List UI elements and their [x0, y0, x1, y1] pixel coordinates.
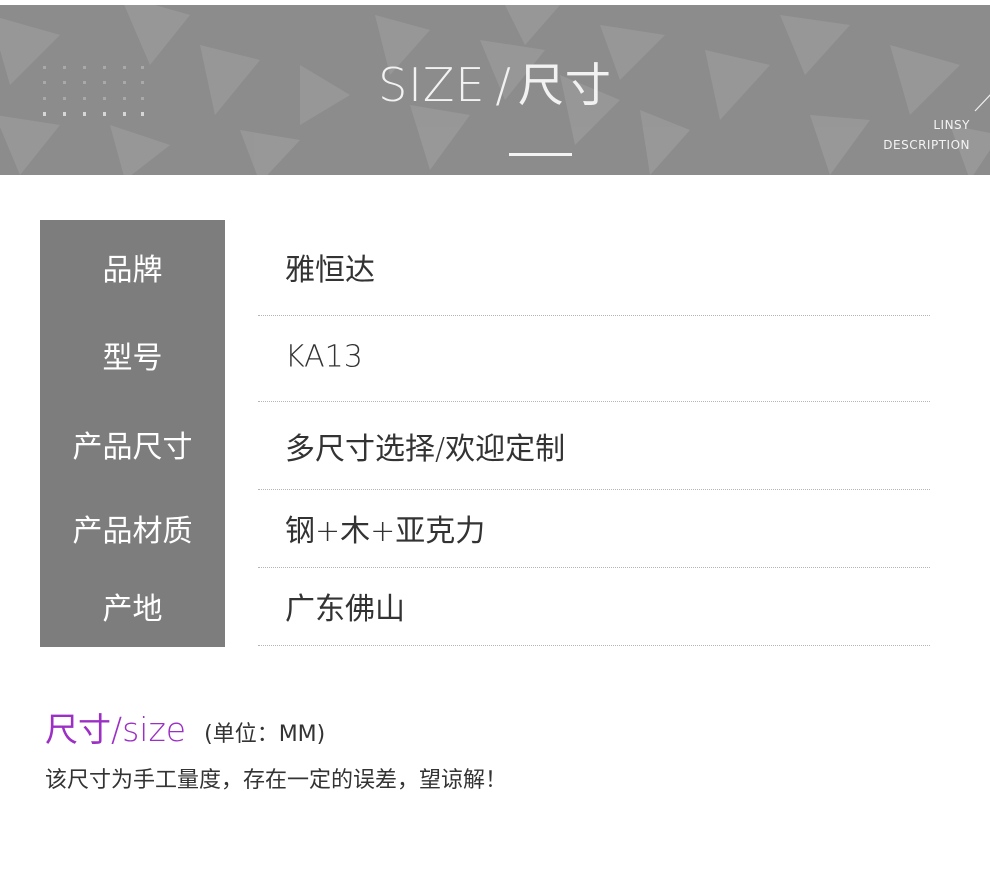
banner-title: SIZE / 尺寸 — [0, 49, 990, 115]
brand-tag-line1: LINSY — [933, 118, 970, 132]
spec-label-size: 产品尺寸 — [72, 430, 193, 465]
spec-table: 品牌 型号 产品尺寸 产品材质 产地 雅恒达 KA13 多尺寸选择/欢迎定制 钢… — [40, 220, 930, 647]
banner-underline — [509, 153, 572, 156]
spec-value-size: 多尺寸选择/欢迎定制 — [285, 432, 566, 467]
size-disclaimer: 该尺寸为手工量度，存在一定的误差，望谅解！ — [45, 768, 508, 793]
spec-label-brand: 品牌 — [102, 253, 163, 288]
banner-title-en: SIZE — [378, 58, 486, 112]
size-title: 尺寸/size — [45, 710, 187, 749]
spec-divider — [258, 567, 930, 568]
spec-divider — [258, 645, 930, 646]
header-banner: SIZE / 尺寸 LINSY DESCRIPTION — [0, 5, 990, 175]
spec-label-origin: 产地 — [102, 592, 163, 627]
brand-tag-line2: DESCRIPTION — [883, 138, 970, 152]
spec-label-column: 品牌 型号 产品尺寸 产品材质 产地 — [40, 220, 225, 647]
size-unit: (单位：MM) — [204, 722, 326, 747]
spec-label-material: 产品材质 — [72, 514, 193, 549]
spec-divider — [258, 315, 930, 316]
banner-title-separator: / — [495, 58, 512, 112]
spec-divider — [258, 489, 930, 490]
spec-value-brand: 雅恒达 — [285, 253, 375, 288]
spec-label-model: 型号 — [102, 341, 163, 376]
size-heading: 尺寸/size (单位：MM) — [45, 703, 325, 751]
brand-tag: LINSY DESCRIPTION — [883, 115, 970, 155]
spec-divider — [258, 401, 930, 402]
spec-value-model: KA13 — [285, 339, 363, 375]
spec-value-material: 钢+木+亚克力 — [285, 514, 486, 549]
spec-value-origin: 广东佛山 — [285, 592, 405, 627]
banner-title-cn: 尺寸 — [517, 58, 612, 112]
